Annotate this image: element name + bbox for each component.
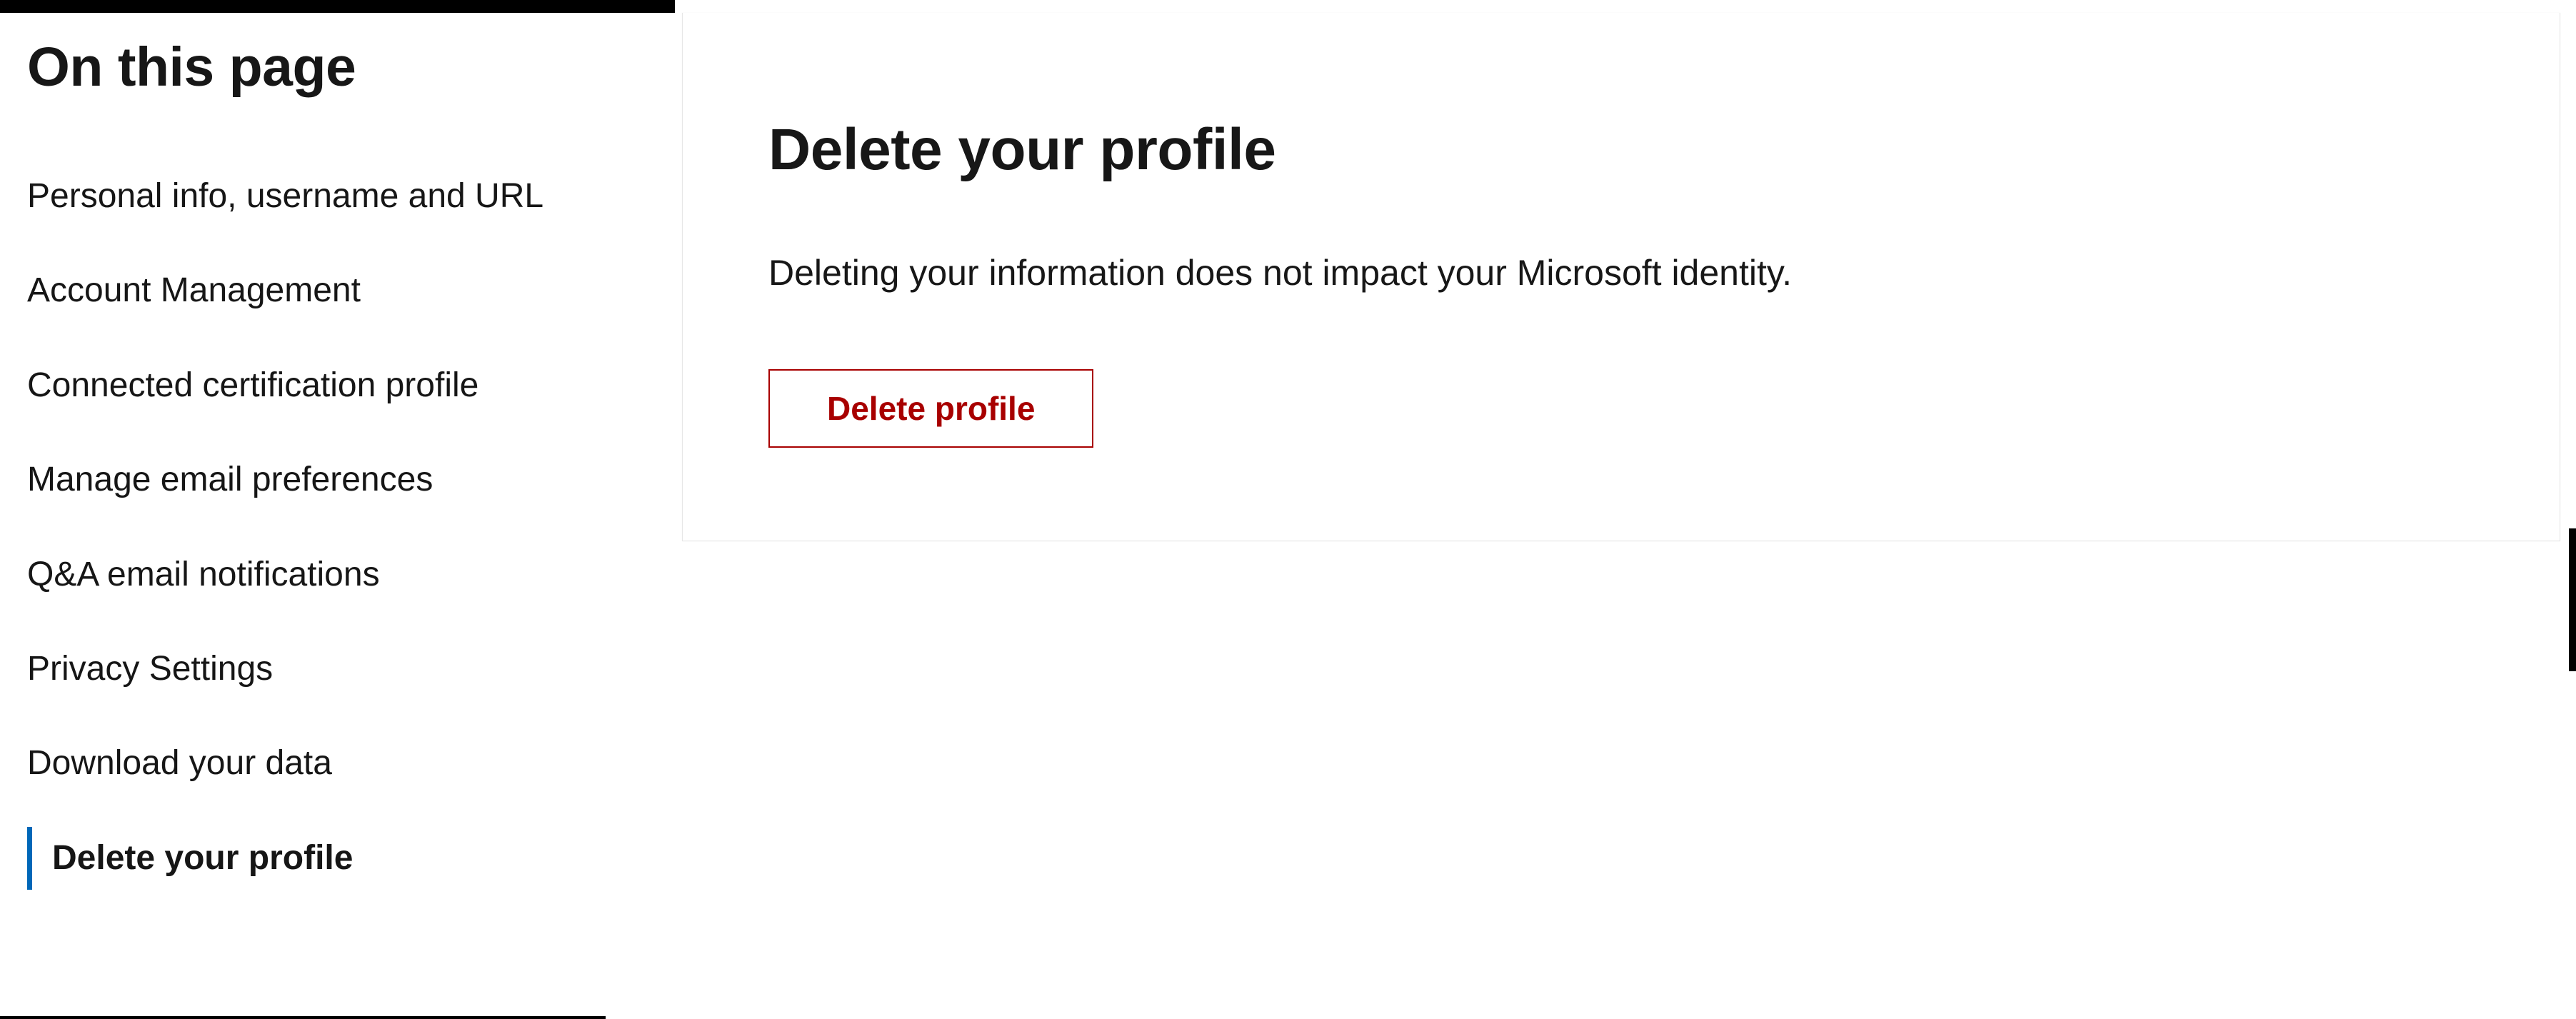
sidebar-item-download-your-data[interactable]: Download your data bbox=[27, 716, 656, 810]
sidebar-item-connected-certification[interactable]: Connected certification profile bbox=[27, 338, 656, 433]
sidebar-item-account-management[interactable]: Account Management bbox=[27, 244, 656, 338]
main-delete-profile-panel: Delete your profile Deleting your inform… bbox=[682, 13, 2560, 541]
sidebar-bottom-divider bbox=[0, 1016, 606, 1019]
right-edge-decoration bbox=[2569, 528, 2576, 671]
delete-profile-button[interactable]: Delete profile bbox=[768, 369, 1093, 448]
sidebar-item-personal-info[interactable]: Personal info, username and URL bbox=[27, 149, 656, 244]
delete-profile-heading: Delete your profile bbox=[768, 116, 2474, 184]
top-black-bar bbox=[0, 0, 675, 13]
sidebar-item-privacy-settings[interactable]: Privacy Settings bbox=[27, 622, 656, 716]
sidebar-on-this-page: On this page Personal info, username and… bbox=[27, 36, 656, 905]
sidebar-title: On this page bbox=[27, 36, 656, 99]
sidebar-item-manage-email-preferences[interactable]: Manage email preferences bbox=[27, 433, 656, 527]
sidebar-item-delete-your-profile[interactable]: Delete your profile bbox=[27, 811, 656, 905]
sidebar-nav: Personal info, username and URL Account … bbox=[27, 149, 656, 905]
sidebar-item-qa-email-notifications[interactable]: Q&A email notifications bbox=[27, 528, 656, 622]
delete-profile-description: Deleting your information does not impac… bbox=[768, 248, 2474, 298]
